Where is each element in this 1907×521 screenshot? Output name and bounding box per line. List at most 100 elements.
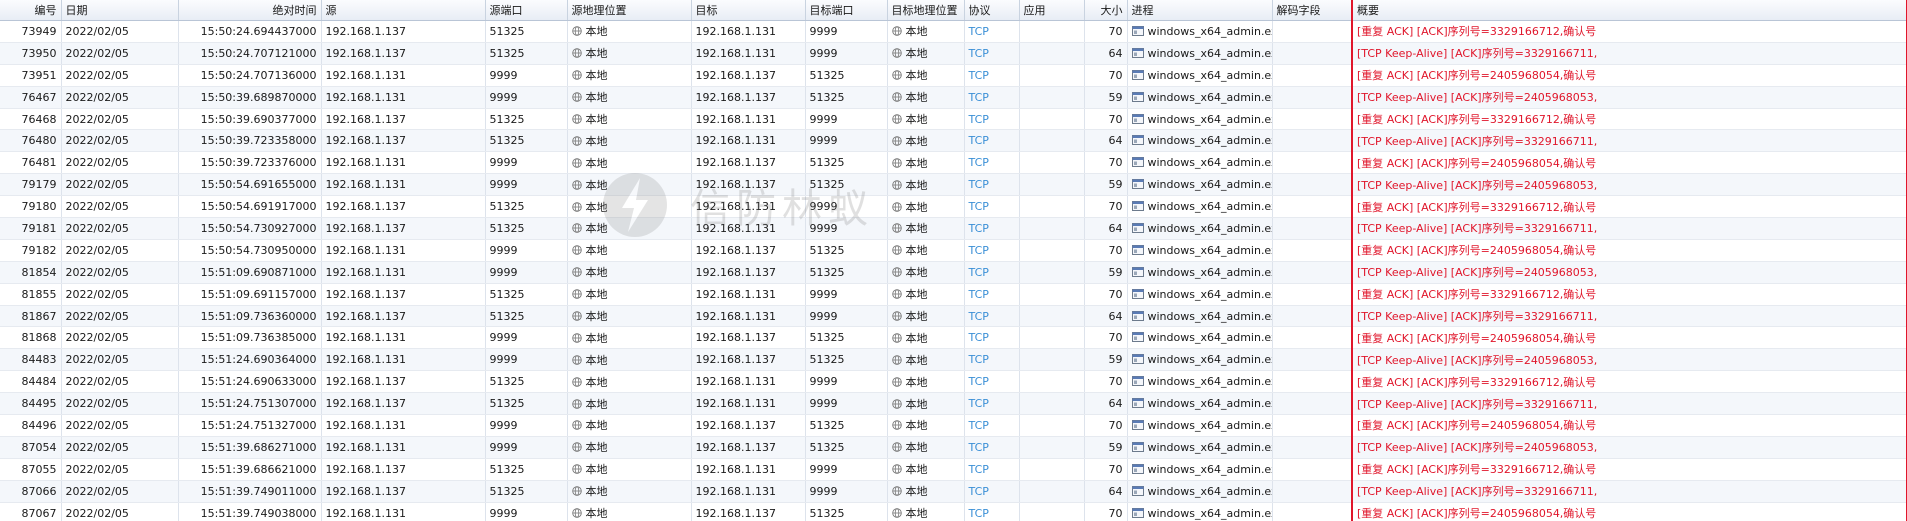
column-header-protocol[interactable]: 协议 bbox=[964, 0, 1020, 21]
cell-source-port: 9999 bbox=[485, 151, 568, 175]
column-header-decode[interactable]: 解码字段 bbox=[1272, 0, 1353, 21]
column-header-process[interactable]: 进程 bbox=[1127, 0, 1273, 21]
cell-summary-text: [重复 ACK] [ACK]序列号=2405968054,确认号 bbox=[1357, 244, 1597, 258]
table-row[interactable]: 81854 2022/02/05 15:51:09.690871000 192.168… bbox=[0, 261, 1907, 284]
cell-source-port-text: 51325 bbox=[489, 397, 525, 411]
table-row[interactable]: 84496 2022/02/05 15:51:24.751327000 192.168… bbox=[0, 414, 1907, 437]
table-row[interactable]: 76481 2022/02/05 15:50:39.723376000 192.168… bbox=[0, 151, 1907, 175]
cell-source-port-text: 9999 bbox=[489, 68, 518, 82]
table-row[interactable]: 81868 2022/02/05 15:51:09.736385000 192.168… bbox=[0, 326, 1907, 350]
column-header-source-port[interactable]: 源端口 bbox=[485, 0, 568, 21]
table-row[interactable]: 87055 2022/02/05 15:51:39.686621000 192.168… bbox=[0, 458, 1907, 481]
cell-process-text: windows_x64_admin.ex... bbox=[1147, 440, 1272, 454]
cell-source-port-text: 9999 bbox=[489, 243, 518, 257]
cell-date-text: 2022/02/05 bbox=[65, 24, 129, 38]
table-row[interactable]: 87054 2022/02/05 15:51:39.686271000 192.168… bbox=[0, 436, 1907, 459]
cell-destination-port-text: 51325 bbox=[809, 418, 845, 432]
application-window-icon bbox=[1131, 222, 1144, 233]
table-row[interactable]: 84483 2022/02/05 15:51:24.690364000 192.168… bbox=[0, 348, 1907, 372]
cell-size: 70 bbox=[1084, 64, 1128, 87]
cell-protocol-text: TCP bbox=[968, 68, 989, 82]
globe-icon bbox=[571, 70, 582, 80]
table-row[interactable]: 87066 2022/02/05 15:51:39.749011000 192.168… bbox=[0, 480, 1907, 503]
table-row[interactable]: 76480 2022/02/05 15:50:39.723358000 192.168… bbox=[0, 129, 1907, 153]
column-header-date[interactable]: 日期 bbox=[61, 0, 179, 21]
table-row[interactable]: 76468 2022/02/05 15:50:39.690377000 192.168… bbox=[0, 108, 1907, 131]
table-row[interactable]: 73949 2022/02/05 15:50:24.694437000 192.168… bbox=[0, 20, 1907, 43]
cell-process: windows_x64_admin.ex... bbox=[1127, 108, 1273, 131]
cell-destination-geo-text: 本地 bbox=[905, 25, 928, 39]
cell-destination-geo-text: 本地 bbox=[905, 244, 928, 258]
globe-icon bbox=[571, 245, 582, 256]
cell-source-text: 192.168.1.131 bbox=[325, 265, 406, 279]
cell-application bbox=[1019, 348, 1085, 372]
column-header-source-geo[interactable]: 源地理位置 bbox=[567, 0, 692, 21]
cell-size-text: 70 bbox=[1108, 506, 1123, 520]
column-header-time[interactable]: 绝对时间 bbox=[178, 0, 322, 21]
cell-source-geo-text: 本地 bbox=[585, 244, 608, 258]
column-header-summary[interactable]: 概要 bbox=[1351, 0, 1907, 21]
column-header-size[interactable]: 大小 bbox=[1084, 0, 1128, 21]
cell-protocol-text: TCP bbox=[968, 287, 989, 301]
table-row[interactable]: 87067 2022/02/05 15:51:39.749038000 192.168… bbox=[0, 502, 1907, 521]
cell-id: 79180 bbox=[0, 195, 62, 219]
cell-destination-port: 51325 bbox=[805, 151, 888, 175]
cell-application bbox=[1019, 108, 1085, 131]
table-row[interactable]: 76467 2022/02/05 15:50:39.689870000 192.168… bbox=[0, 86, 1907, 109]
table-row[interactable]: 73950 2022/02/05 15:50:24.707121000 192.168… bbox=[0, 42, 1907, 65]
cell-source-geo: 本地 bbox=[567, 414, 692, 437]
column-header-destination-port[interactable]: 目标端口 bbox=[805, 0, 888, 21]
cell-id-text: 81854 bbox=[21, 265, 57, 279]
cell-summary-text: [重复 ACK] [ACK]序列号=3329166712,确认号 bbox=[1357, 200, 1597, 214]
cell-process: windows_x64_admin.ex... bbox=[1127, 86, 1273, 109]
column-header-application[interactable]: 应用 bbox=[1019, 0, 1085, 21]
cell-application bbox=[1019, 173, 1085, 197]
packet-list-grid[interactable]: 编号 日期 绝对时间 源 源端口 源地理位置 目标 目标端口 目标地理位置 协议… bbox=[0, 0, 1907, 521]
cell-summary: [TCP Keep-Alive] [ACK]序列号=2405968053, bbox=[1351, 86, 1907, 109]
cell-id: 76480 bbox=[0, 129, 62, 153]
cell-source-geo: 本地 bbox=[567, 108, 692, 131]
cell-source-port: 9999 bbox=[485, 64, 568, 87]
table-row[interactable]: 79180 2022/02/05 15:50:54.691917000 192.168… bbox=[0, 195, 1907, 219]
column-header-destination-geo[interactable]: 目标地理位置 bbox=[887, 0, 965, 21]
cell-destination-port-text: 9999 bbox=[809, 221, 838, 235]
cell-summary-text: [TCP Keep-Alive] [ACK]序列号=3329166711, bbox=[1357, 222, 1598, 236]
cell-destination-geo: 本地 bbox=[887, 414, 965, 437]
packet-rows: 73949 2022/02/05 15:50:24.694437000 192.168… bbox=[0, 20, 1907, 521]
globe-icon bbox=[571, 333, 582, 343]
column-header-source[interactable]: 源 bbox=[321, 0, 486, 21]
column-header-id[interactable]: 编号 bbox=[0, 0, 62, 21]
cell-time: 15:51:24.751327000 bbox=[178, 414, 322, 437]
table-row[interactable]: 79179 2022/02/05 15:50:54.691655000 192.168… bbox=[0, 173, 1907, 197]
cell-size: 64 bbox=[1084, 305, 1128, 328]
cell-source-port-text: 9999 bbox=[489, 418, 518, 432]
cell-source-geo: 本地 bbox=[567, 370, 692, 394]
table-row[interactable]: 81867 2022/02/05 15:51:09.736360000 192.168… bbox=[0, 305, 1907, 328]
cell-destination: 192.168.1.131 bbox=[691, 42, 806, 65]
cell-time-text: 15:50:54.730927000 bbox=[200, 221, 317, 235]
table-row[interactable]: 84484 2022/02/05 15:51:24.690633000 192.168… bbox=[0, 370, 1907, 394]
cell-time: 15:51:09.691157000 bbox=[178, 283, 322, 306]
cell-size-text: 59 bbox=[1108, 90, 1123, 104]
table-row[interactable]: 81855 2022/02/05 15:51:09.691157000 192.168… bbox=[0, 283, 1907, 306]
cell-summary: [重复 ACK] [ACK]序列号=2405968054,确认号 bbox=[1351, 239, 1907, 262]
cell-decode bbox=[1272, 283, 1353, 306]
cell-process-text: windows_x64_admin.ex... bbox=[1147, 68, 1272, 82]
cell-decode bbox=[1272, 108, 1353, 131]
cell-process: windows_x64_admin.ex... bbox=[1127, 173, 1273, 197]
table-row[interactable]: 73951 2022/02/05 15:50:24.707136000 192.168… bbox=[0, 64, 1907, 87]
cell-id-text: 79180 bbox=[21, 200, 57, 214]
table-row[interactable]: 79182 2022/02/05 15:50:54.730950000 192.168… bbox=[0, 239, 1907, 262]
cell-size: 64 bbox=[1084, 129, 1128, 153]
cell-destination-geo-text: 本地 bbox=[905, 507, 928, 521]
table-row[interactable]: 79181 2022/02/05 15:50:54.730927000 192.168… bbox=[0, 217, 1907, 240]
column-header-destination[interactable]: 目标 bbox=[691, 0, 806, 21]
cell-source-geo: 本地 bbox=[567, 239, 692, 262]
cell-size: 64 bbox=[1084, 480, 1128, 503]
cell-size: 70 bbox=[1084, 151, 1128, 175]
cell-source-text: 192.168.1.131 bbox=[325, 178, 406, 192]
cell-process-text: windows_x64_admin.ex... bbox=[1147, 178, 1272, 192]
cell-summary-text: [TCP Keep-Alive] [ACK]序列号=2405968053, bbox=[1357, 266, 1598, 280]
table-row[interactable]: 84495 2022/02/05 15:51:24.751307000 192.168… bbox=[0, 392, 1907, 416]
cell-source-port: 51325 bbox=[485, 129, 568, 153]
